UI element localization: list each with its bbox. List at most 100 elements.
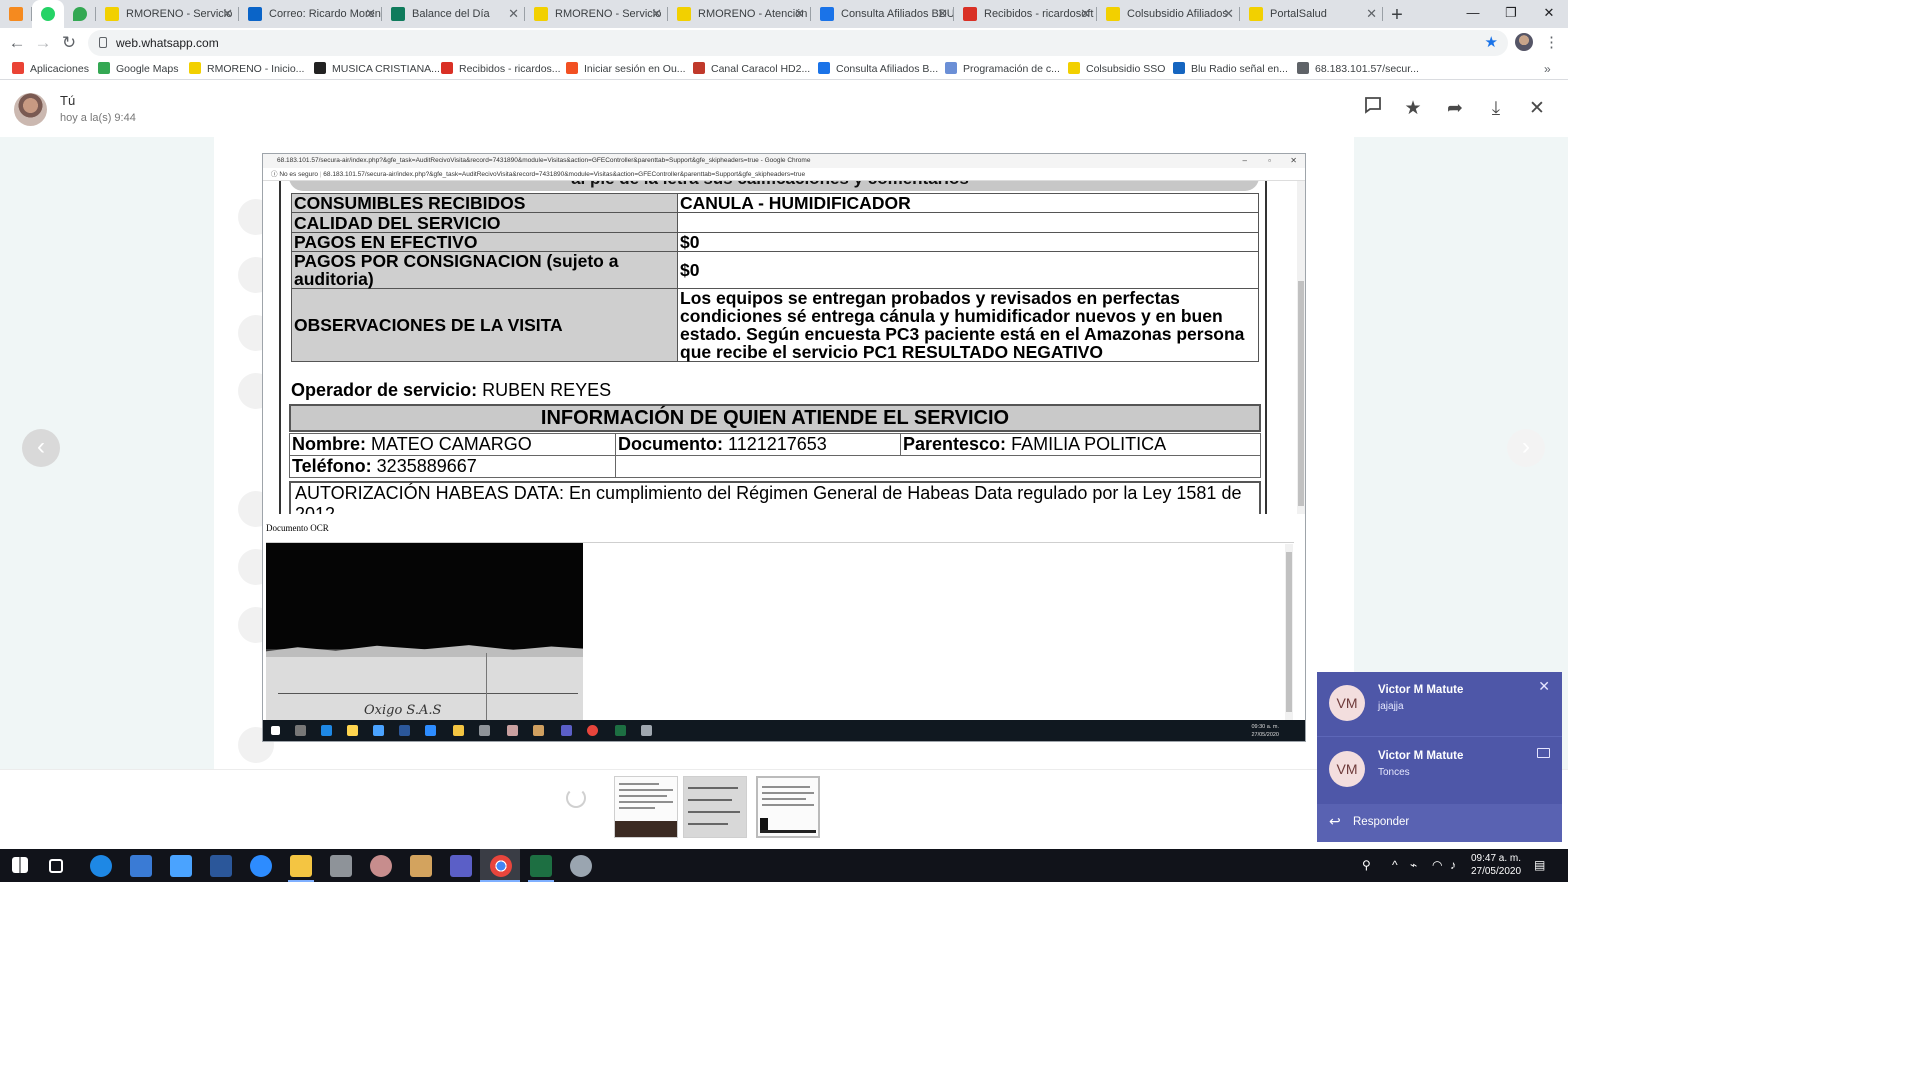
close-window-button[interactable]: ✕ xyxy=(1530,0,1568,28)
comment-icon[interactable] xyxy=(1537,748,1550,758)
operator-label: Operador de servicio: xyxy=(291,380,478,400)
notification-panel: VM Victor M Matute jajajja ✕ VM Victor M… xyxy=(1317,672,1562,842)
tab-close-icon[interactable]: ✕ xyxy=(794,0,805,28)
mail-icon[interactable] xyxy=(170,855,192,877)
browser-tab[interactable]: Balance del Día ✕ xyxy=(382,0,525,28)
bookmark-item[interactable]: RMORENO - Inicio... xyxy=(189,58,304,80)
bookmark-item[interactable]: Canal Caracol HD2... xyxy=(693,58,810,80)
reply-arrow-icon: ↩ xyxy=(1329,813,1341,829)
browser-tab[interactable]: Correo: Ricardo Moreno ✕ xyxy=(239,0,382,28)
reload-button[interactable]: ↻ xyxy=(56,30,82,56)
bookmark-label: 68.183.101.57/secur... xyxy=(1315,63,1419,75)
taskbar-clock[interactable]: 09:47 a. m. 27/05/2020 xyxy=(1466,852,1526,878)
app-icon[interactable] xyxy=(330,855,352,877)
next-media-button[interactable]: › xyxy=(1507,429,1545,467)
tab-close-icon[interactable]: ✕ xyxy=(508,0,519,28)
browser-tab[interactable]: RMORENO - Servicio ✕ xyxy=(525,0,668,28)
app-icon[interactable] xyxy=(570,855,592,877)
row-value xyxy=(677,212,1259,233)
new-tab-button[interactable]: + xyxy=(1383,2,1411,28)
browser-tab[interactable]: PortalSalud ✕ xyxy=(1240,0,1383,28)
bookmark-item[interactable]: Programación de c... xyxy=(945,58,1060,80)
bookmark-item[interactable]: Colsubsidio SSO xyxy=(1068,58,1165,80)
tray-chevron-icon[interactable]: ^ xyxy=(1392,849,1398,882)
bookmark-favicon-icon xyxy=(314,62,326,74)
tab-close-icon[interactable]: ✕ xyxy=(1366,0,1377,28)
tab-pinned-app[interactable] xyxy=(0,0,32,28)
store-icon[interactable] xyxy=(130,855,152,877)
browser-tab[interactable]: RMORENO - Servicio ✕ xyxy=(96,0,239,28)
bookmark-item[interactable]: Iniciar sesión en Ou... xyxy=(566,58,686,80)
tab-close-icon[interactable]: ✕ xyxy=(1223,0,1234,28)
tab-close-icon[interactable]: ✕ xyxy=(222,0,233,28)
bookmark-favicon-icon xyxy=(1068,62,1080,74)
more-bookmarks-icon[interactable]: » xyxy=(1544,58,1551,80)
embedded-zoom-icon xyxy=(425,725,436,736)
bookmark-item[interactable]: Recibidos - ricardos... xyxy=(441,58,561,80)
bookmark-item[interactable]: Google Maps xyxy=(98,58,178,80)
teams-icon[interactable] xyxy=(450,855,472,877)
tab-close-icon[interactable]: ✕ xyxy=(937,0,948,28)
bookmark-star-icon[interactable]: ★ xyxy=(1485,30,1498,56)
forward-button[interactable]: → xyxy=(30,30,56,56)
windows-taskbar: ⚲ ^ ⌁ ◠ ♪ 09:47 a. m. 27/05/2020 ▤ xyxy=(0,849,1568,882)
embedded-folder-icon xyxy=(453,725,464,736)
network-icon[interactable]: ⌁ xyxy=(1410,849,1417,882)
notification-item[interactable]: VM Victor M Matute Tonces xyxy=(1317,738,1562,804)
bookmark-item[interactable]: Blu Radio señal en... xyxy=(1173,58,1288,80)
app-icon[interactable] xyxy=(370,855,392,877)
start-windows-icon[interactable] xyxy=(12,857,28,873)
bookmark-favicon-icon xyxy=(566,62,578,74)
close-viewer-icon[interactable]: ✕ xyxy=(1524,96,1550,122)
tab-close-icon[interactable]: ✕ xyxy=(365,0,376,28)
chat-bubble-icon[interactable] xyxy=(1360,96,1386,122)
address-bar[interactable]: web.whatsapp.com ★ xyxy=(88,30,1508,56)
edge-browser-icon[interactable] xyxy=(90,855,112,877)
bookmark-item[interactable]: MUSICA CRISTIANA... xyxy=(314,58,440,80)
tab-close-icon[interactable]: ✕ xyxy=(1080,0,1091,28)
previous-media-button[interactable]: ‹ xyxy=(22,429,60,467)
browser-tab[interactable]: Consulta Afiliados BDUA ✕ xyxy=(811,0,954,28)
browser-tab[interactable]: Colsubsidio Afiliados ✕ xyxy=(1097,0,1240,28)
tab-maps-pinned[interactable] xyxy=(64,0,96,28)
forward-arrow-icon[interactable]: ➦ xyxy=(1442,96,1468,122)
embedded-address-bar: ⓘ No es seguro | 68.183.101.57/secura-ai… xyxy=(263,168,1305,181)
embedded-task-view-icon xyxy=(295,725,306,736)
lock-icon xyxy=(99,37,107,48)
tab-whatsapp[interactable] xyxy=(32,0,64,28)
tab-favicon-icon xyxy=(677,7,691,21)
action-center-icon[interactable]: ▤ xyxy=(1534,849,1545,882)
download-icon[interactable]: ⤓ xyxy=(1483,96,1509,122)
bookmark-item[interactable]: Consulta Afiliados B... xyxy=(818,58,938,80)
reply-button[interactable]: ↩ Responder xyxy=(1317,804,1562,842)
tab-label: Colsubsidio Afiliados xyxy=(1127,8,1228,20)
tab-close-icon[interactable]: ✕ xyxy=(651,0,662,28)
people-icon[interactable]: ⚲ xyxy=(1362,849,1371,882)
close-notification-icon[interactable]: ✕ xyxy=(1538,678,1550,695)
word-icon[interactable] xyxy=(210,855,232,877)
media-thumbnail[interactable] xyxy=(683,776,747,838)
minimize-button[interactable]: — xyxy=(1454,0,1492,28)
notification-item[interactable]: VM Victor M Matute jajajja ✕ xyxy=(1317,672,1562,738)
menu-kebab-icon[interactable]: ⋮ xyxy=(1544,28,1559,58)
star-icon[interactable]: ★ xyxy=(1400,96,1426,122)
browser-tab[interactable]: RMORENO - Atención ✕ xyxy=(668,0,811,28)
bookmark-item[interactable]: 68.183.101.57/secur... xyxy=(1297,58,1419,80)
media-thumbnail[interactable] xyxy=(614,776,678,838)
browser-tab[interactable]: Recibidos - ricardosoft ✕ xyxy=(954,0,1097,28)
excel-icon[interactable] xyxy=(530,855,552,877)
bookmark-item[interactable]: Aplicaciones xyxy=(12,58,89,80)
task-view-icon[interactable] xyxy=(49,859,63,873)
file-explorer-icon[interactable] xyxy=(290,855,312,877)
zoom-icon[interactable] xyxy=(250,855,272,877)
viewer-header: Tú hoy a la(s) 9:44 ★ ➦ ⤓ ✕ xyxy=(0,81,1568,137)
back-button[interactable]: ← xyxy=(4,30,30,56)
app-icon[interactable] xyxy=(410,855,432,877)
media-thumbnail-active[interactable] xyxy=(756,776,820,838)
volume-icon[interactable]: ♪ xyxy=(1450,849,1456,882)
wifi-icon[interactable]: ◠ xyxy=(1432,849,1442,882)
chrome-icon[interactable] xyxy=(490,855,512,877)
profile-avatar[interactable] xyxy=(1515,33,1533,51)
row-value: $0 xyxy=(677,232,1259,252)
maximize-button[interactable]: ❐ xyxy=(1492,0,1530,28)
